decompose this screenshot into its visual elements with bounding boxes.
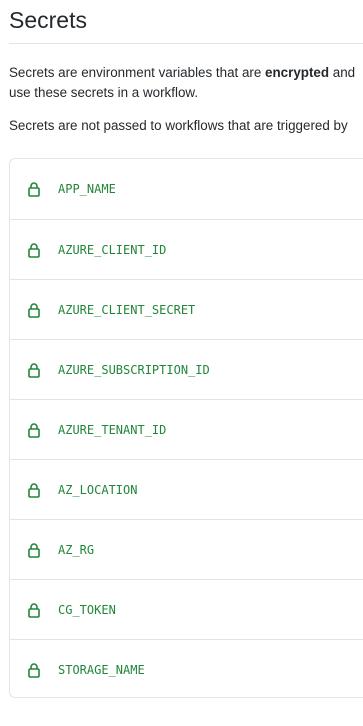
secret-name: AZURE_SUBSCRIPTION_ID bbox=[58, 363, 210, 377]
secret-row[interactable]: AZ_LOCATION bbox=[10, 459, 363, 519]
description-text-tail: and bbox=[329, 65, 356, 80]
description-emphasis: encrypted bbox=[265, 65, 330, 80]
lock-icon bbox=[27, 422, 41, 438]
secret-name: APP_NAME bbox=[58, 182, 116, 196]
lock-icon bbox=[27, 602, 41, 618]
lock-icon bbox=[27, 242, 41, 258]
secret-row[interactable]: AZURE_CLIENT_SECRET bbox=[10, 279, 363, 339]
page-title: Secrets bbox=[9, 7, 87, 33]
secret-row[interactable]: CG_TOKEN bbox=[10, 579, 363, 639]
secret-name: AZ_RG bbox=[58, 543, 95, 557]
lock-icon bbox=[27, 362, 41, 378]
secret-row[interactable]: AZURE_TENANT_ID bbox=[10, 399, 363, 459]
lock-icon bbox=[27, 662, 41, 678]
title-divider bbox=[9, 43, 363, 44]
secret-name: AZURE_TENANT_ID bbox=[58, 423, 167, 437]
secret-name: AZURE_CLIENT_SECRET bbox=[58, 303, 196, 317]
secret-name: CG_TOKEN bbox=[58, 603, 116, 617]
secret-row[interactable]: AZ_RG bbox=[10, 519, 363, 579]
secret-row[interactable]: APP_NAME bbox=[10, 159, 363, 219]
lock-icon bbox=[27, 181, 41, 197]
description-text: Secrets are environment variables that a… bbox=[9, 65, 266, 80]
secrets-page: Secrets Secrets are environment variable… bbox=[0, 0, 363, 726]
description-line-3: Secrets are not passed to workflows that… bbox=[9, 118, 348, 133]
secret-name: AZ_LOCATION bbox=[58, 483, 138, 497]
secret-row[interactable]: STORAGE_NAME bbox=[10, 639, 363, 699]
lock-icon bbox=[27, 302, 41, 318]
description-line-1: Secrets are environment variables that a… bbox=[9, 63, 355, 83]
lock-icon bbox=[27, 482, 41, 498]
secret-name: STORAGE_NAME bbox=[58, 663, 145, 677]
secret-row[interactable]: AZURE_CLIENT_ID bbox=[10, 219, 363, 279]
lock-icon bbox=[27, 542, 41, 558]
description-line-2: use these secrets in a workflow. bbox=[9, 85, 199, 100]
secrets-list: APP_NAME AZURE_CLIENT_ID AZURE_CLIENT_SE… bbox=[9, 158, 363, 698]
secret-row[interactable]: AZURE_SUBSCRIPTION_ID bbox=[10, 339, 363, 399]
secret-name: AZURE_CLIENT_ID bbox=[58, 243, 167, 257]
